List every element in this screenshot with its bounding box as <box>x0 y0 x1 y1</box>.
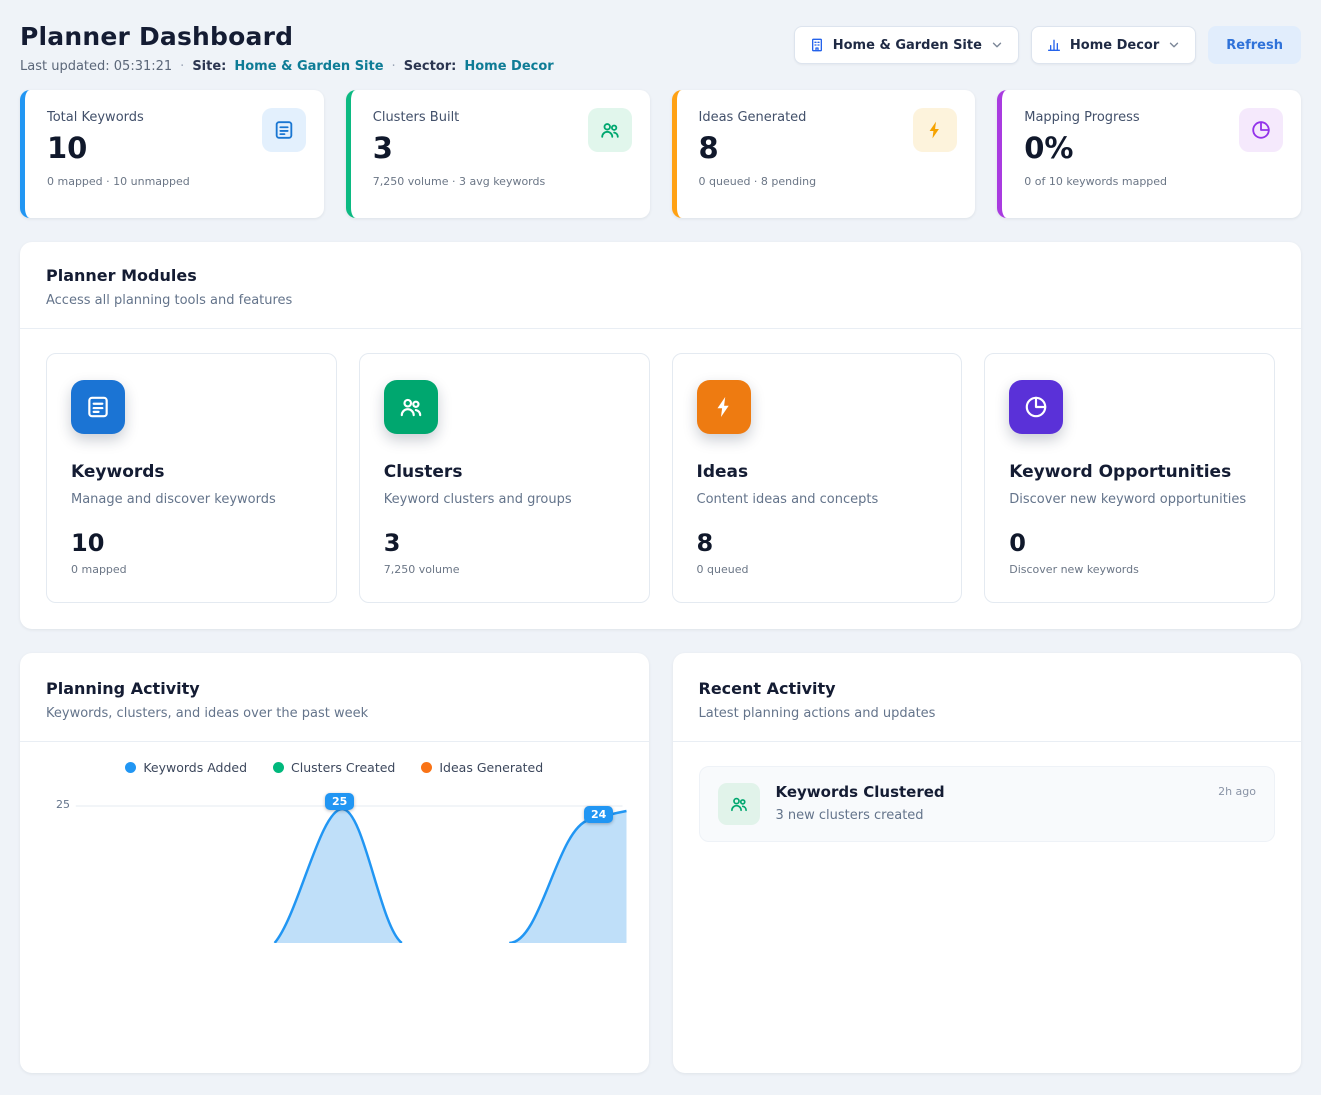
legend-label: Clusters Created <box>291 760 395 775</box>
pie-chart-icon <box>1009 380 1063 434</box>
stat-detail: 7,250 volume · 3 avg keywords <box>373 175 630 188</box>
chevron-down-icon <box>990 38 1004 52</box>
site-link[interactable]: Home & Garden Site <box>234 59 383 74</box>
users-icon <box>718 783 760 825</box>
page-header: Planner Dashboard Last updated: 05:31:21… <box>20 22 1301 74</box>
planning-activity-chart: 25 25 24 <box>42 783 627 943</box>
module-description: Discover new keyword opportunities <box>1009 492 1250 507</box>
legend-label: Ideas Generated <box>439 760 543 775</box>
users-icon <box>588 108 632 152</box>
section-subtitle: Latest planning actions and updates <box>699 706 1276 721</box>
document-icon <box>71 380 125 434</box>
sector-selector-dropdown[interactable]: Home Decor <box>1031 26 1196 64</box>
legend-label: Keywords Added <box>143 760 247 775</box>
planner-dashboard-page: Planner Dashboard Last updated: 05:31:21… <box>0 0 1321 1095</box>
stat-card-mapping-progress: Mapping Progress 0% 0 of 10 keywords map… <box>997 90 1301 218</box>
last-updated-text: Last updated: 05:31:21 <box>20 59 172 74</box>
section-subtitle: Access all planning tools and features <box>46 293 1275 308</box>
section-subtitle: Keywords, clusters, and ideas over the p… <box>46 706 623 721</box>
modules-grid: Keywords Manage and discover keywords 10… <box>20 329 1301 629</box>
module-value: 0 <box>1009 529 1250 557</box>
separator-dot: · <box>180 59 184 74</box>
header-actions: Home & Garden Site Home Decor Refresh <box>794 26 1301 64</box>
planning-activity-chart-wrap: Keywords Added Clusters Created Ideas Ge… <box>20 742 649 943</box>
legend-item-keywords-added: Keywords Added <box>125 760 247 775</box>
module-value: 8 <box>697 529 938 557</box>
legend-dot <box>125 762 136 773</box>
module-description: Content ideas and concepts <box>697 492 938 507</box>
section-title: Planner Modules <box>46 266 1275 285</box>
building-icon <box>809 37 825 53</box>
planner-modules-panel: Planner Modules Access all planning tool… <box>20 242 1301 629</box>
module-title: Clusters <box>384 462 625 482</box>
planner-modules-header: Planner Modules Access all planning tool… <box>20 242 1301 329</box>
page-title: Planner Dashboard <box>20 22 554 51</box>
data-point-label: 25 <box>325 793 354 810</box>
sector-label: Sector: <box>404 59 457 74</box>
stat-detail: 0 of 10 keywords mapped <box>1024 175 1281 188</box>
module-value: 3 <box>384 529 625 557</box>
lightning-icon <box>913 108 957 152</box>
document-icon <box>262 108 306 152</box>
module-card-keywords[interactable]: Keywords Manage and discover keywords 10… <box>46 353 337 603</box>
legend-dot <box>273 762 284 773</box>
pie-chart-icon <box>1239 108 1283 152</box>
keywords-area-fill <box>275 809 627 943</box>
header-subtitle: Last updated: 05:31:21 · Site: Home & Ga… <box>20 59 554 74</box>
users-icon <box>384 380 438 434</box>
module-title: Ideas <box>697 462 938 482</box>
module-description: Keyword clusters and groups <box>384 492 625 507</box>
stat-card-clusters-built: Clusters Built 3 7,250 volume · 3 avg ke… <box>346 90 650 218</box>
module-title: Keyword Opportunities <box>1009 462 1250 482</box>
module-value: 10 <box>71 529 312 557</box>
activity-description: 3 new clusters created <box>776 808 945 823</box>
sector-link[interactable]: Home Decor <box>464 59 553 74</box>
recent-activity-card: Recent Activity Latest planning actions … <box>673 653 1302 1073</box>
data-point-label: 24 <box>584 806 613 823</box>
legend-item-clusters-created: Clusters Created <box>273 760 395 775</box>
activity-timestamp: 2h ago <box>1218 783 1256 798</box>
module-card-keyword-opportunities[interactable]: Keyword Opportunities Discover new keywo… <box>984 353 1275 603</box>
module-detail: Discover new keywords <box>1009 563 1250 576</box>
recent-activity-header: Recent Activity Latest planning actions … <box>673 653 1302 742</box>
chart-legend: Keywords Added Clusters Created Ideas Ge… <box>42 760 627 775</box>
refresh-button[interactable]: Refresh <box>1208 26 1301 64</box>
module-detail: 0 mapped <box>71 563 312 576</box>
activity-list-item: Keywords Clustered 3 new clusters create… <box>699 766 1276 842</box>
section-title: Recent Activity <box>699 679 1276 698</box>
activity-item-text: Keywords Clustered 3 new clusters create… <box>776 783 945 823</box>
site-selector-label: Home & Garden Site <box>833 38 982 53</box>
module-description: Manage and discover keywords <box>71 492 312 507</box>
stat-card-ideas-generated: Ideas Generated 8 0 queued · 8 pending <box>672 90 976 218</box>
stat-detail: 0 queued · 8 pending <box>699 175 956 188</box>
planning-activity-header: Planning Activity Keywords, clusters, an… <box>20 653 649 742</box>
section-title: Planning Activity <box>46 679 623 698</box>
chevron-down-icon <box>1167 38 1181 52</box>
bottom-section: Planning Activity Keywords, clusters, an… <box>20 653 1301 1073</box>
module-card-clusters[interactable]: Clusters Keyword clusters and groups 3 7… <box>359 353 650 603</box>
bar-chart-icon <box>1046 37 1062 53</box>
module-detail: 0 queued <box>697 563 938 576</box>
stats-row: Total Keywords 10 0 mapped · 10 unmapped… <box>20 90 1301 218</box>
module-detail: 7,250 volume <box>384 563 625 576</box>
planning-activity-card: Planning Activity Keywords, clusters, an… <box>20 653 649 1073</box>
recent-activity-list: Keywords Clustered 3 new clusters create… <box>673 742 1302 866</box>
header-left: Planner Dashboard Last updated: 05:31:21… <box>20 22 554 74</box>
stat-detail: 0 mapped · 10 unmapped <box>47 175 304 188</box>
site-selector-dropdown[interactable]: Home & Garden Site <box>794 26 1019 64</box>
sector-selector-label: Home Decor <box>1070 38 1159 53</box>
activity-title: Keywords Clustered <box>776 783 945 801</box>
module-card-ideas[interactable]: Ideas Content ideas and concepts 8 0 que… <box>672 353 963 603</box>
site-label: Site: <box>192 59 226 74</box>
legend-item-ideas-generated: Ideas Generated <box>421 760 543 775</box>
lightning-icon <box>697 380 751 434</box>
separator-dot: · <box>392 59 396 74</box>
legend-dot <box>421 762 432 773</box>
stat-card-total-keywords: Total Keywords 10 0 mapped · 10 unmapped <box>20 90 324 218</box>
module-title: Keywords <box>71 462 312 482</box>
